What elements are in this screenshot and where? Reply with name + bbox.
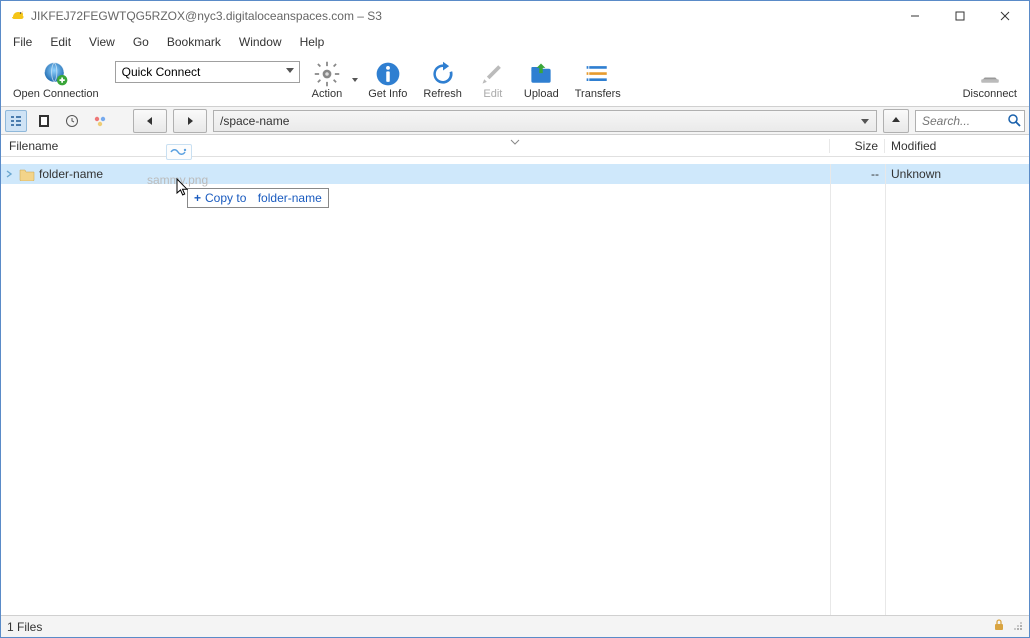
history-icon[interactable]	[61, 110, 83, 132]
column-filename[interactable]: Filename	[1, 139, 830, 153]
path-input[interactable]	[213, 110, 877, 132]
minimize-button[interactable]	[892, 2, 937, 30]
window-title: JIKFEJ72FEGWTQG5RZOX@nyc3.digitaloceansp…	[31, 9, 892, 23]
resize-grip-icon[interactable]	[1011, 619, 1023, 634]
nav-up-button[interactable]	[883, 109, 909, 133]
column-modified[interactable]: Modified	[885, 139, 1029, 153]
quick-connect-dropdown[interactable]	[115, 61, 300, 83]
sort-indicator-icon	[510, 134, 520, 148]
transfers-label: Transfers	[575, 88, 621, 100]
app-icon	[9, 8, 25, 24]
action-label: Action	[312, 88, 343, 100]
get-info-button[interactable]: Get Info	[360, 58, 415, 102]
status-bar: 1 Files	[1, 615, 1029, 637]
disconnect-button[interactable]: Disconnect	[955, 58, 1025, 102]
open-connection-button[interactable]: Open Connection	[5, 58, 107, 102]
column-headers: Filename Size Modified	[1, 135, 1029, 157]
refresh-label: Refresh	[423, 88, 462, 100]
maximize-button[interactable]	[937, 2, 982, 30]
title-bar: JIKFEJ72FEGWTQG5RZOX@nyc3.digitaloceansp…	[1, 1, 1029, 31]
kind-badge[interactable]	[166, 144, 192, 160]
navigation-bar	[1, 107, 1029, 135]
row-size: --	[830, 167, 885, 181]
folder-icon	[19, 167, 35, 181]
nav-forward-button[interactable]	[173, 109, 207, 133]
edit-label: Edit	[483, 88, 502, 100]
menu-bookmark[interactable]: Bookmark	[159, 33, 229, 51]
action-button[interactable]: Action	[304, 58, 351, 102]
menu-edit[interactable]: Edit	[42, 33, 79, 51]
nav-back-button[interactable]	[133, 109, 167, 133]
menu-go[interactable]: Go	[125, 33, 157, 51]
action-dropdown-arrow[interactable]	[350, 60, 360, 100]
close-button[interactable]	[982, 2, 1027, 30]
upload-button[interactable]: Upload	[516, 58, 567, 102]
status-text: 1 Files	[7, 620, 42, 634]
lock-icon	[993, 619, 1005, 634]
menu-help[interactable]: Help	[292, 33, 333, 51]
bonjour-icon[interactable]	[89, 110, 111, 132]
row-name: folder-name	[39, 167, 103, 181]
menu-view[interactable]: View	[81, 33, 123, 51]
disconnect-label: Disconnect	[963, 88, 1017, 100]
menu-window[interactable]: Window	[231, 33, 290, 51]
get-info-label: Get Info	[368, 88, 407, 100]
edit-button[interactable]: Edit	[470, 58, 516, 102]
column-size[interactable]: Size	[830, 139, 885, 153]
drop-tooltip: + Copy to folder-name	[187, 188, 329, 208]
bookmarks-icon[interactable]	[33, 110, 55, 132]
table-row[interactable]: folder-name -- Unknown	[1, 164, 1029, 184]
upload-label: Upload	[524, 88, 559, 100]
view-list-icon[interactable]	[5, 110, 27, 132]
row-modified: Unknown	[885, 167, 1029, 181]
open-connection-label: Open Connection	[13, 88, 99, 100]
file-list[interactable]: folder-name -- Unknown	[1, 164, 1029, 615]
menu-bar: File Edit View Go Bookmark Window Help	[1, 31, 1029, 53]
plus-icon: +	[194, 191, 201, 205]
transfers-button[interactable]: Transfers	[567, 58, 629, 102]
refresh-button[interactable]: Refresh	[415, 58, 470, 102]
menu-file[interactable]: File	[5, 33, 40, 51]
toolbar: Open Connection Action Get Info Refresh …	[1, 53, 1029, 107]
expand-chevron-icon[interactable]	[5, 170, 15, 178]
search-icon	[1007, 113, 1021, 130]
